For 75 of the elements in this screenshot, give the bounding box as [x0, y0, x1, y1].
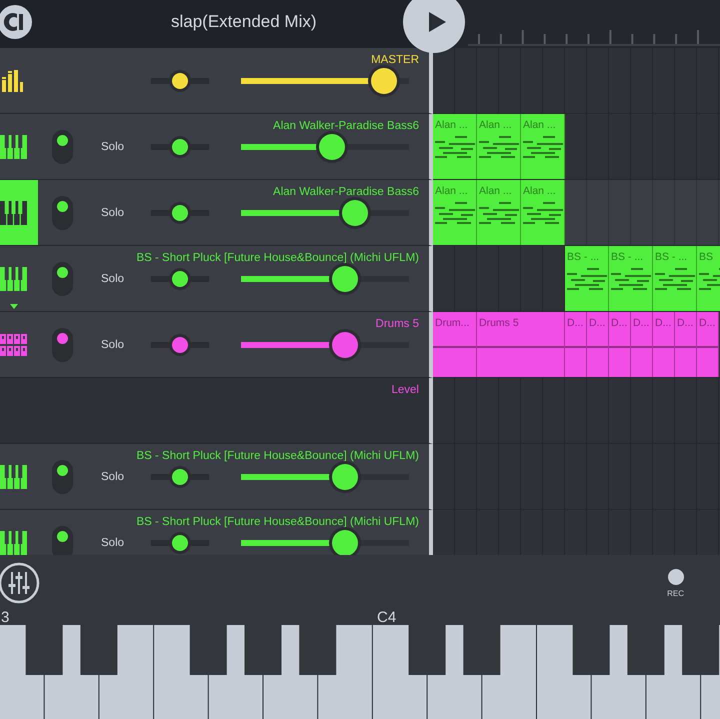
pattern-clip[interactable]: D... [631, 312, 653, 377]
pattern-clip[interactable]: D... [565, 312, 587, 377]
track-name: BS - Short Pluck [Future House&Bounce] (Michi UFLM) [136, 450, 419, 462]
mixer-icon[interactable] [0, 562, 42, 604]
piano-icon[interactable] [0, 266, 27, 290]
pattern-clip[interactable]: BS - ... [565, 246, 609, 311]
pattern-clip[interactable]: Alan ... [521, 180, 565, 245]
track-lane[interactable]: Alan ... Alan ... Alan ... [433, 114, 720, 180]
record-label: REC [667, 588, 684, 598]
pattern-clip[interactable]: BS - ... [653, 246, 697, 311]
pattern-clip[interactable]: BS - ... [609, 246, 653, 311]
track-lane[interactable]: Drum... Drums 5 D... D... D... D... D... D... D... [433, 312, 720, 378]
solo-label[interactable]: Solo [101, 471, 151, 483]
track-lane[interactable]: Alan ... Alan ... Alan ... [433, 180, 720, 246]
slider-thumb[interactable] [172, 73, 188, 89]
pattern-clip[interactable]: Drums 5 [477, 312, 565, 377]
slider-thumb[interactable] [172, 337, 188, 353]
slider-thumb[interactable] [332, 332, 358, 358]
piano-icon[interactable] [0, 200, 27, 224]
track-name: Alan Walker-Paradise Bass6 [273, 120, 419, 132]
octave-label: 3 [0, 610, 10, 625]
mute-toggle[interactable] [52, 130, 73, 164]
piano-icon[interactable] [0, 134, 27, 158]
slider-thumb[interactable] [318, 134, 345, 160]
slider-thumb[interactable] [172, 271, 188, 287]
slider-thumb[interactable] [172, 469, 188, 485]
slider-thumb[interactable] [332, 530, 358, 555]
track-name: BS - Short Pluck [Future House&Bounce] (Michi UFLM) [136, 252, 419, 264]
track-name: BS - Short Pluck [Future House&Bounce] (Michi UFLM) [136, 516, 419, 528]
track-lane[interactable]: BS - ... BS - ... BS - ... BS [433, 246, 720, 312]
play-icon [426, 11, 446, 33]
pattern-clip[interactable]: BS [697, 246, 720, 311]
record-button[interactable] [668, 568, 684, 584]
pattern-clip[interactable]: D... [653, 312, 675, 377]
pattern-clip[interactable]: Alan ... [433, 180, 477, 245]
pattern-clip[interactable]: D... [697, 312, 719, 377]
mute-toggle[interactable] [52, 262, 73, 296]
slider-thumb[interactable] [332, 266, 358, 292]
track-name: Alan Walker-Paradise Bass6 [273, 186, 419, 198]
pattern-clip[interactable]: D... [675, 312, 697, 377]
mute-toggle[interactable] [52, 328, 73, 362]
solo-label[interactable]: Solo [101, 207, 151, 219]
pattern-clip[interactable]: Drum... [433, 312, 477, 377]
drum-pads-icon[interactable] [0, 334, 28, 356]
slider-thumb[interactable] [172, 205, 188, 221]
mute-toggle[interactable] [52, 460, 73, 494]
slider-thumb[interactable] [332, 464, 358, 490]
slider-thumb[interactable] [342, 200, 368, 226]
track-name: Drums 5 [376, 318, 419, 330]
pattern-clip[interactable]: Alan ... [521, 114, 565, 179]
octave-label: C4 [377, 610, 396, 625]
mute-toggle[interactable] [52, 526, 73, 555]
solo-label[interactable]: Solo [101, 339, 151, 351]
pattern-clip[interactable]: Alan ... [433, 114, 477, 179]
piano-icon[interactable] [0, 464, 27, 488]
mute-toggle[interactable] [52, 196, 73, 230]
slider-thumb[interactable] [370, 68, 397, 94]
slider-thumb[interactable] [172, 139, 188, 155]
solo-label[interactable]: Solo [101, 537, 151, 549]
piano-keyboard-drawing[interactable] [0, 625, 720, 719]
solo-label[interactable]: Solo [101, 273, 151, 285]
track-name: Level [392, 384, 419, 396]
pattern-clip[interactable]: D... [587, 312, 609, 377]
pattern-clip[interactable]: D... [609, 312, 631, 377]
piano-icon[interactable] [0, 530, 27, 554]
pattern-clip[interactable]: Alan ... [477, 114, 521, 179]
song-title: slap(Extended Mix) [171, 12, 317, 32]
meter-icon[interactable] [0, 70, 24, 92]
slider-thumb[interactable] [172, 535, 188, 551]
track-name: MASTER [371, 54, 419, 66]
pattern-clip[interactable]: Alan ... [477, 180, 521, 245]
caret-icon[interactable] [10, 304, 18, 309]
solo-label[interactable]: Solo [101, 141, 151, 153]
track-icon-highlight[interactable] [0, 180, 38, 245]
logo-icon[interactable] [0, 5, 33, 39]
